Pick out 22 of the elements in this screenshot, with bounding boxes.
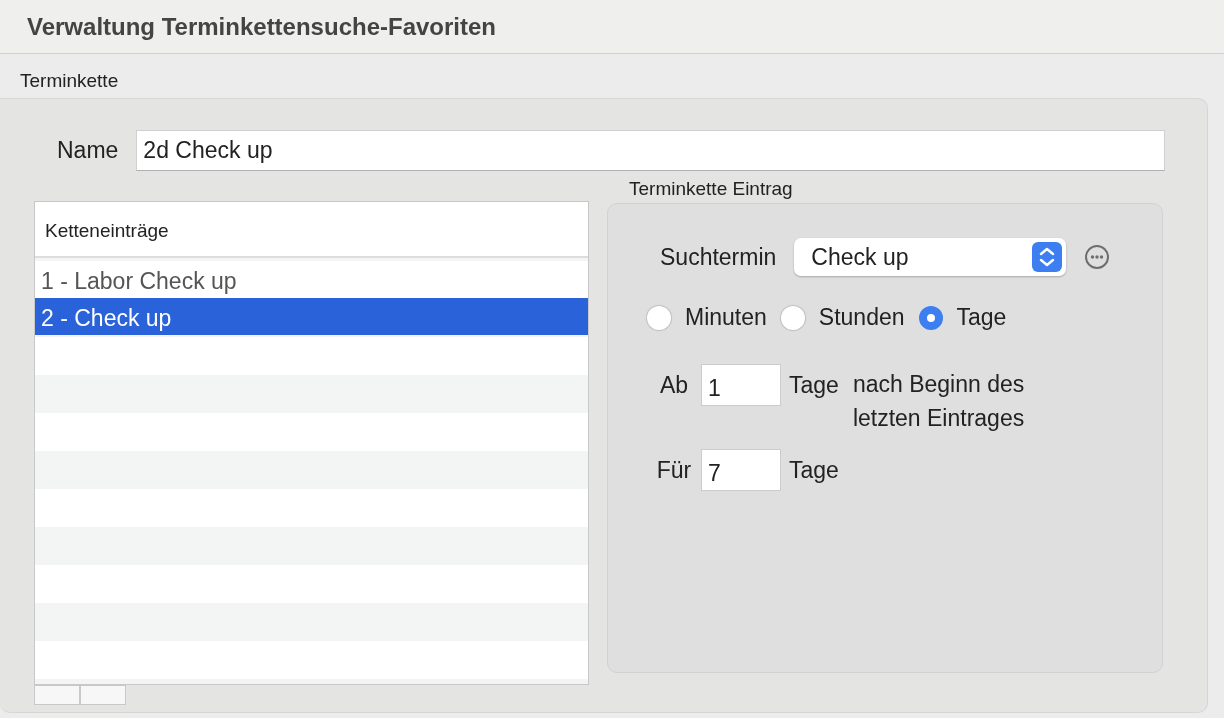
for-label: Für <box>655 456 693 484</box>
stepper-icon <box>1032 242 1063 272</box>
unit-radio[interactable]: Stunden <box>780 304 905 331</box>
segment-button[interactable] <box>80 685 126 705</box>
name-label: Name <box>57 137 119 164</box>
appointment-dropdown[interactable]: Check up <box>794 238 1067 276</box>
window-title: Verwaltung Terminkettensuche-Favoriten <box>27 12 496 41</box>
note-text: nach Beginn des letzten Eintrages <box>852 370 1026 433</box>
name-field[interactable]: 2d Check up <box>136 130 1165 171</box>
unit-radio[interactable]: Minuten <box>647 304 767 331</box>
duration-field[interactable]: 7 <box>701 449 781 491</box>
more-icon[interactable] <box>1084 244 1111 270</box>
unit-label: Tage <box>789 456 839 484</box>
from-field[interactable]: 1 <box>701 364 781 406</box>
search-label: Suchtermin <box>660 243 777 271</box>
segment-button[interactable] <box>34 685 80 705</box>
unit-radio[interactable]: Tage <box>918 304 1007 331</box>
group-label: Terminkette <box>19 69 120 93</box>
from-label: Ab <box>658 371 690 399</box>
group-label: Terminkette Eintrag <box>628 178 794 201</box>
list-row[interactable]: 2 - Check up <box>35 298 588 335</box>
unit-label: Tage <box>789 371 839 399</box>
